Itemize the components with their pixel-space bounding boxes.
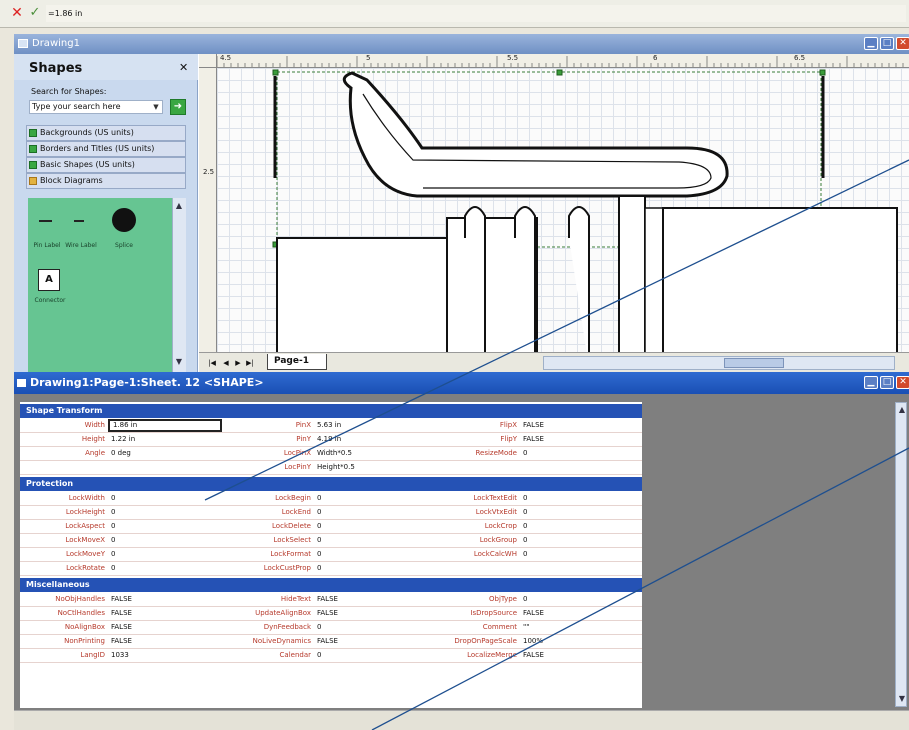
annotation-line bbox=[371, 447, 909, 730]
annotation-line bbox=[204, 159, 909, 501]
annotation-lines bbox=[204, 159, 909, 730]
visio-screenshot: ✕ ✓ =1.86 in Drawing1 ▁ □ ✕ Shapes ✕ Sea… bbox=[0, 0, 909, 730]
